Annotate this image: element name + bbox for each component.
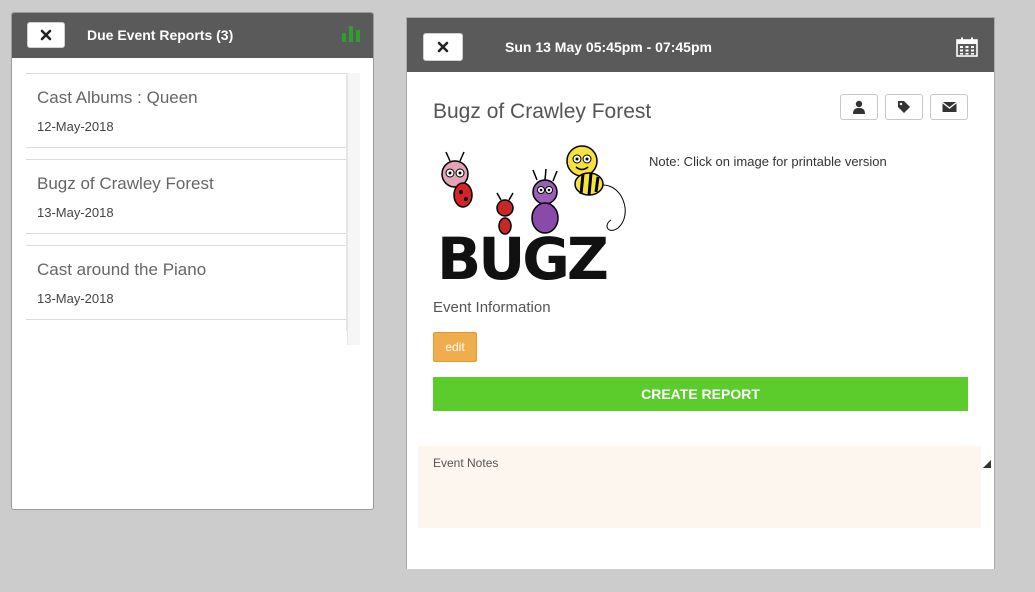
tag-icon — [898, 101, 910, 113]
event-title: Bugz of Crawley Forest — [433, 100, 652, 123]
list-item[interactable]: Cast Albums : Queen 12-May-2018 — [26, 73, 346, 148]
report-title: Cast Albums : Queen — [37, 88, 198, 107]
report-list: Cast Albums : Queen 12-May-2018 Bugz of … — [26, 73, 360, 345]
scrollbar[interactable] — [347, 73, 360, 345]
event-actions — [840, 94, 968, 120]
report-title: Cast around the Piano — [37, 260, 207, 279]
assign-user-button[interactable] — [840, 94, 878, 120]
list-item[interactable]: Cast around the Piano 13-May-2018 — [26, 245, 346, 320]
purple-bug-character — [531, 168, 559, 234]
report-date: 13-May-2018 — [37, 205, 114, 220]
bar-chart-icon[interactable] — [341, 24, 361, 42]
user-icon — [853, 100, 865, 114]
section-heading: Event Information — [433, 299, 551, 316]
event-image[interactable]: BUGZ — [433, 140, 637, 282]
printable-note: Note: Click on image for printable versi… — [649, 154, 887, 169]
event-datetime: Sun 13 May 05:45pm - 07:45pm — [505, 39, 712, 55]
notes-placeholder: Event Notes — [433, 456, 499, 470]
report-date: 12-May-2018 — [37, 119, 114, 134]
report-date: 13-May-2018 — [37, 291, 114, 306]
bugz-logo-text: BUGZ — [437, 225, 607, 282]
edit-button[interactable]: edit — [433, 332, 477, 362]
report-title: Bugz of Crawley Forest — [37, 174, 214, 193]
bee-character — [566, 145, 626, 231]
panel-title: Due Event Reports (3) — [87, 27, 234, 43]
email-button[interactable] — [930, 94, 968, 120]
close-icon — [437, 41, 449, 53]
envelope-icon — [941, 101, 957, 112]
ladybug-character — [441, 151, 473, 208]
tag-button[interactable] — [885, 94, 923, 120]
event-header: Sun 13 May 05:45pm - 07:45pm — [407, 18, 994, 72]
resize-handle-icon[interactable] — [983, 460, 991, 468]
close-icon — [40, 29, 52, 41]
close-button[interactable] — [27, 22, 65, 48]
panel-header: Due Event Reports (3) — [12, 13, 373, 58]
event-notes-field[interactable]: Event Notes — [418, 446, 981, 528]
list-item[interactable]: Bugz of Crawley Forest 13-May-2018 — [26, 159, 346, 234]
create-report-button[interactable]: CREATE REPORT — [433, 377, 968, 411]
due-event-reports-panel: Due Event Reports (3) Cast Albums : Quee… — [11, 12, 374, 510]
calendar-icon[interactable] — [956, 37, 978, 57]
close-button[interactable] — [423, 33, 463, 61]
